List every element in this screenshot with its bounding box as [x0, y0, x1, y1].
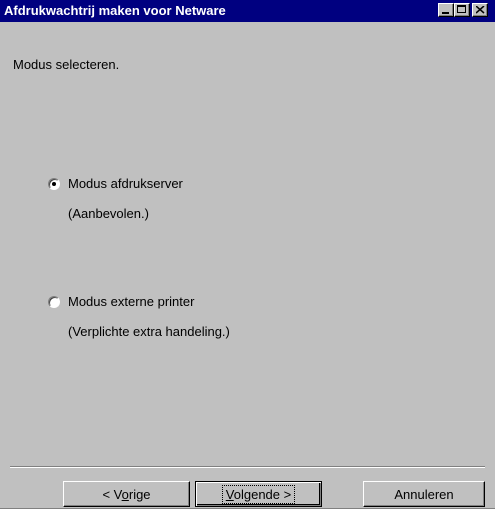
previous-button-label: < Vorige [102, 486, 151, 502]
title-bar[interactable]: Afdrukwachtrij maken voor Netware [0, 0, 495, 22]
radio-label-remote-printer[interactable]: Modus externe printer [68, 294, 194, 309]
wizard-window: Afdrukwachtrij maken voor Netware Modus … [0, 0, 495, 509]
separator [10, 466, 485, 468]
cancel-button-label: Annuleren [394, 486, 454, 502]
close-icon [476, 6, 485, 14]
close-button[interactable] [472, 3, 488, 17]
window-title: Afdrukwachtrij maken voor Netware [4, 3, 226, 18]
next-button-label: Volgende > [221, 484, 296, 504]
page-heading: Modus selecteren. [13, 57, 120, 72]
cancel-button[interactable]: Annuleren [363, 481, 485, 507]
maximize-button[interactable] [454, 3, 470, 17]
remote-printer-description: (Verplichte extra handeling.) [68, 324, 230, 339]
minimize-button[interactable] [438, 3, 454, 17]
radio-remote-printer[interactable]: Modus externe printer [48, 294, 194, 309]
radio-button-remote-printer[interactable] [48, 295, 60, 308]
radio-selected-dot [52, 181, 56, 186]
next-button[interactable]: Volgende > [195, 481, 322, 507]
radio-label-print-server[interactable]: Modus afdrukserver [68, 176, 183, 191]
radio-print-server[interactable]: Modus afdrukserver [48, 176, 183, 191]
radio-button-print-server[interactable] [48, 177, 60, 190]
previous-button[interactable]: < Vorige [63, 481, 190, 507]
print-server-description: (Aanbevolen.) [68, 206, 149, 221]
